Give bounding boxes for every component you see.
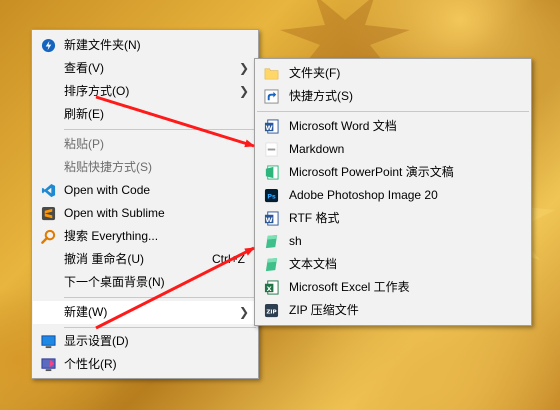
- menu-item-label: Microsoft Word 文档: [289, 119, 397, 133]
- menu-item-label: Markdown: [289, 142, 345, 156]
- sublime-icon: [41, 206, 56, 221]
- menu-item-refresh[interactable]: 刷新(E): [33, 103, 257, 126]
- submenu-item-text-document[interactable]: 文本文档: [256, 253, 530, 276]
- submenu-item-rtf[interactable]: W RTF 格式: [256, 207, 530, 230]
- menu-item-label: 粘贴(P): [64, 137, 104, 151]
- menu-item-label: 粘贴快捷方式(S): [64, 160, 152, 174]
- submenu-item-markdown[interactable]: Markdown: [256, 138, 530, 161]
- chevron-right-icon: ❯: [238, 84, 249, 98]
- menu-item-sort-by[interactable]: 排序方式(O) ❯: [33, 80, 257, 103]
- menu-item-open-with-sublime[interactable]: Open with Sublime: [33, 202, 257, 225]
- excel-icon: X: [264, 280, 279, 295]
- menu-item-undo-rename[interactable]: 撤消 重命名(U) Ctrl+Z: [33, 248, 257, 271]
- menu-item-label: 排序方式(O): [64, 84, 130, 98]
- menu-item-label: RTF 格式: [289, 211, 340, 225]
- menu-item-label: 文件夹(F): [289, 66, 341, 80]
- svg-text:X: X: [267, 285, 272, 293]
- submenu-item-photoshop[interactable]: Ps Adobe Photoshop Image 20: [256, 184, 530, 207]
- desktop-context-menu: 新建文件夹(N) 查看(V) ❯ 排序方式(O) ❯ 刷新(E) 粘贴(P) 粘…: [31, 29, 259, 379]
- menu-item-label: Open with Code: [64, 183, 151, 197]
- menu-item-label: Microsoft Excel 工作表: [289, 280, 410, 294]
- submenu-item-sh[interactable]: sh: [256, 230, 530, 253]
- svg-text:W: W: [266, 216, 274, 224]
- everything-search-icon: [41, 229, 56, 244]
- menu-item-label: 刷新(E): [64, 107, 104, 121]
- submenu-item-shortcut[interactable]: 快捷方式(S): [256, 85, 530, 108]
- menu-item-search-everything[interactable]: 搜索 Everything...: [33, 225, 257, 248]
- menu-item-personalize[interactable]: 个性化(R): [33, 353, 257, 376]
- menu-separator: [64, 327, 256, 328]
- menu-item-new[interactable]: 新建(W) ❯: [33, 301, 257, 324]
- personalize-icon: [41, 358, 56, 372]
- new-submenu: 文件夹(F) 快捷方式(S) W Microsoft Word 文档 Markd…: [254, 58, 532, 326]
- menu-item-paste-shortcut[interactable]: 粘贴快捷方式(S): [33, 156, 257, 179]
- powerpoint-icon: [265, 165, 279, 180]
- submenu-item-folder[interactable]: 文件夹(F): [256, 62, 530, 85]
- menu-item-open-with-code[interactable]: Open with Code: [33, 179, 257, 202]
- svg-text:ZIP: ZIP: [266, 309, 276, 315]
- menu-item-label: 显示设置(D): [64, 334, 129, 348]
- display-icon: [41, 335, 56, 349]
- menu-separator: [257, 111, 529, 112]
- menu-item-new-folder[interactable]: 新建文件夹(N): [33, 34, 257, 57]
- menu-item-display-settings[interactable]: 显示设置(D): [33, 330, 257, 353]
- menu-item-label: sh: [289, 234, 302, 248]
- menu-item-view[interactable]: 查看(V) ❯: [33, 57, 257, 80]
- menu-item-label: Open with Sublime: [64, 206, 165, 220]
- menu-item-label: 搜索 Everything...: [64, 229, 159, 243]
- menu-item-label: ZIP 压缩文件: [289, 303, 359, 317]
- svg-text:Ps: Ps: [267, 192, 276, 200]
- menu-item-paste[interactable]: 粘贴(P): [33, 133, 257, 156]
- photoshop-icon: Ps: [264, 188, 279, 203]
- menu-item-label: 查看(V): [64, 61, 104, 75]
- word-icon: W: [264, 119, 279, 134]
- menu-separator: [64, 297, 256, 298]
- folder-icon: [264, 68, 279, 80]
- vscode-icon: [41, 183, 56, 198]
- menu-separator: [64, 129, 256, 130]
- markdown-icon: [265, 142, 278, 157]
- text-file-icon: [265, 257, 278, 272]
- shortcut-hint: Ctrl+Z: [212, 252, 245, 266]
- menu-item-label: Adobe Photoshop Image 20: [289, 188, 438, 202]
- menu-item-label: 新建文件夹(N): [64, 38, 141, 52]
- shortcut-icon: [264, 89, 279, 104]
- new-folder-icon: [41, 38, 56, 53]
- rtf-icon: W: [264, 211, 279, 226]
- menu-item-label: 撤消 重命名(U): [64, 252, 144, 266]
- svg-text:W: W: [266, 124, 274, 132]
- menu-item-label: 下一个桌面背景(N): [64, 275, 165, 289]
- submenu-item-zip[interactable]: ZIP ZIP 压缩文件: [256, 299, 530, 322]
- menu-item-label: Microsoft PowerPoint 演示文稿: [289, 165, 454, 179]
- chevron-right-icon: ❯: [238, 61, 249, 75]
- zip-icon: ZIP: [264, 303, 279, 318]
- sh-file-icon: [265, 234, 278, 249]
- submenu-item-powerpoint[interactable]: Microsoft PowerPoint 演示文稿: [256, 161, 530, 184]
- menu-item-label: 新建(W): [64, 305, 108, 319]
- chevron-right-icon: ❯: [238, 305, 249, 319]
- menu-item-label: 个性化(R): [64, 357, 117, 371]
- menu-item-next-desktop-background[interactable]: 下一个桌面背景(N): [33, 271, 257, 294]
- submenu-item-word-document[interactable]: W Microsoft Word 文档: [256, 115, 530, 138]
- menu-item-label: 文本文档: [289, 257, 338, 271]
- submenu-item-excel[interactable]: X Microsoft Excel 工作表: [256, 276, 530, 299]
- menu-item-label: 快捷方式(S): [289, 89, 353, 103]
